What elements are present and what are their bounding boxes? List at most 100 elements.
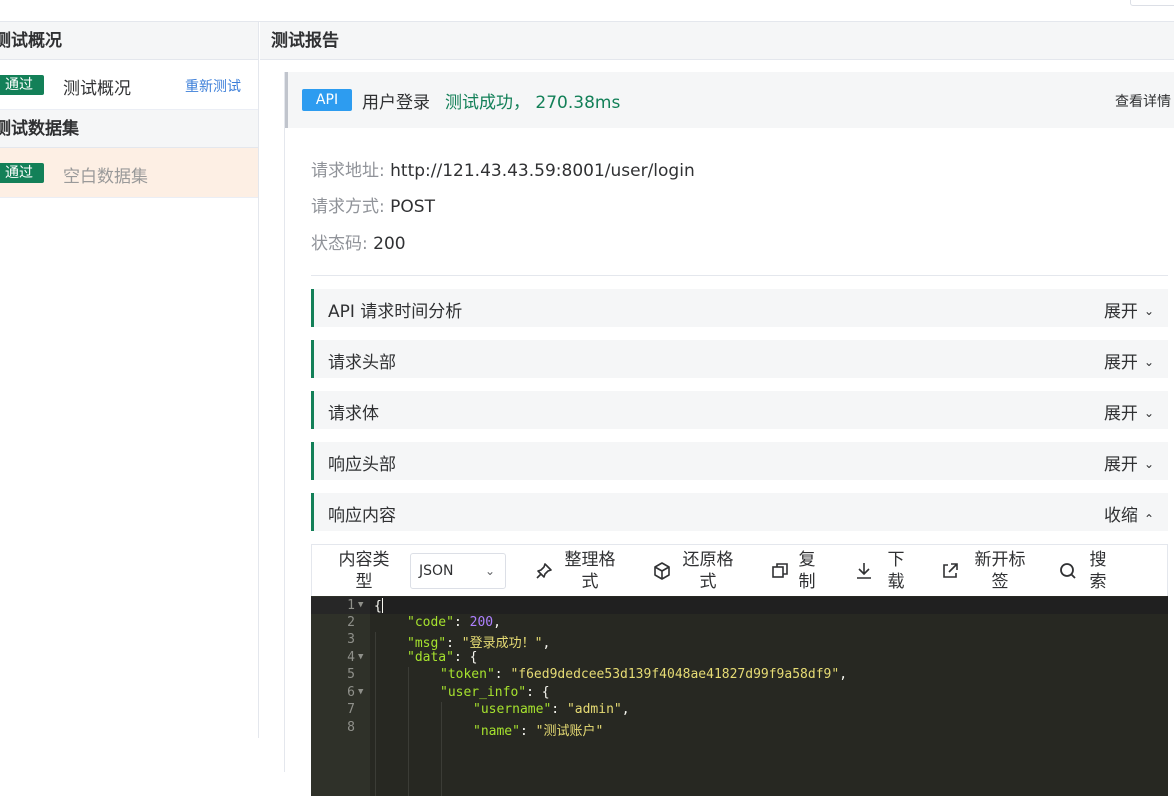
cube-icon — [654, 562, 670, 580]
section-timing[interactable]: API 请求时间分析 展开 ⌄ — [311, 289, 1168, 327]
section-title: 响应头部 — [328, 455, 396, 475]
status-code-value: 200 — [373, 234, 406, 254]
json-string: "f6ed9dedcee53d139f4048ae41827d99f9a58df… — [510, 667, 840, 682]
download-button-label: 下载 — [887, 550, 905, 592]
toggle-label: 收缩 — [1103, 506, 1138, 526]
line-number: 1 — [347, 598, 355, 613]
text-cursor — [381, 598, 383, 613]
code-line: "code": 200, — [407, 615, 501, 630]
sidebar-item-overview[interactable]: 通过 测试概况 重新测试 — [0, 60, 258, 110]
section-toggle[interactable]: 收缩 ⌃ — [1104, 501, 1154, 526]
json-key: "token" — [440, 667, 495, 682]
page-title: 测试报告 — [260, 22, 1174, 60]
active-line — [311, 597, 1168, 614]
section-response-content[interactable]: 响应内容 收缩 ⌃ — [311, 493, 1168, 531]
section-title: API 请求时间分析 — [328, 302, 463, 322]
chevron-down-icon: ⌄ — [1143, 457, 1154, 471]
pin-icon — [536, 563, 552, 579]
retest-link[interactable]: 重新测试 — [185, 76, 241, 96]
search-button-label: 搜索 — [1089, 550, 1107, 592]
view-details-link[interactable]: 查看详情 — [1115, 91, 1174, 111]
code-line: "token": "f6ed9dedcee53d139f4048ae41827d… — [440, 667, 848, 682]
api-result: 测试成功， 270.38ms — [445, 93, 621, 113]
section-response-headers[interactable]: 响应头部 展开 ⌄ — [311, 442, 1168, 480]
api-name: 用户登录 — [362, 93, 430, 113]
json-string: "登录成功！" — [461, 636, 543, 651]
section-title: 响应内容 — [328, 506, 396, 526]
sidebar-item-label: 测试概况 — [63, 79, 131, 99]
divider — [311, 275, 1168, 276]
search-icon — [1060, 563, 1076, 579]
pass-badge: 通过 — [0, 163, 44, 183]
fold-arrow-icon[interactable]: ▼ — [358, 652, 363, 662]
copy-button[interactable]: 复制 — [770, 547, 830, 595]
json-string: "admin" — [566, 702, 622, 717]
format-button[interactable]: 整理格式 — [534, 547, 624, 595]
pass-badge: 通过 — [0, 75, 44, 95]
request-method-value: POST — [390, 197, 435, 217]
section-toggle[interactable]: 展开 ⌄ — [1104, 297, 1154, 322]
sidebar: 测试概况 通过 测试概况 重新测试 测试数据集 通过 空白数据集 — [0, 22, 259, 738]
line-number: 6 — [347, 685, 355, 700]
fold-arrow-icon[interactable]: ▼ — [358, 600, 363, 610]
new-tab-button[interactable]: 新开标签 — [940, 547, 1036, 595]
download-button[interactable]: 下载 — [854, 547, 914, 595]
top-corner-button[interactable] — [1130, 0, 1174, 6]
copy-button-label: 复制 — [798, 550, 816, 592]
section-title: 请求体 — [328, 404, 379, 424]
sidebar-item-dataset[interactable]: 通过 空白数据集 — [0, 148, 258, 198]
content-type-select[interactable]: JSON ⌄ — [410, 553, 506, 589]
fold-arrow-icon[interactable]: ▼ — [358, 687, 363, 697]
indent-guide — [375, 632, 376, 796]
indent-guide — [441, 702, 442, 796]
toggle-label: 展开 — [1103, 404, 1138, 424]
line-number: 3 — [347, 632, 355, 647]
chevron-down-icon: ⌄ — [484, 564, 495, 578]
format-button-label: 整理格式 — [564, 550, 616, 592]
section-request-headers[interactable]: 请求头部 展开 ⌄ — [311, 340, 1168, 378]
request-url-row: 请求地址: http://121.43.43.59:8001/user/logi… — [311, 156, 695, 181]
toggle-label: 展开 — [1103, 455, 1138, 475]
code-line: { — [374, 598, 383, 614]
json-key: "code" — [407, 615, 454, 630]
code-line: "data": { — [407, 650, 478, 665]
code-line: "username": "admin", — [473, 702, 630, 717]
external-link-icon — [943, 563, 958, 578]
restore-button[interactable]: 还原格式 — [652, 547, 742, 595]
section-title: 请求头部 — [328, 353, 396, 373]
json-key: "user_info" — [440, 685, 527, 700]
section-toggle[interactable]: 展开 ⌄ — [1104, 399, 1154, 424]
chevron-down-icon: ⌄ — [1143, 355, 1154, 369]
search-button[interactable]: 搜索 — [1058, 547, 1128, 595]
request-url-label: 请求地址: — [311, 161, 385, 181]
line-number: 4 — [347, 650, 355, 665]
response-code-editor[interactable]: 1 ▼ 2 3 4 ▼ 5 6 ▼ 7 8 { "code": 200, "ms… — [311, 596, 1168, 796]
content-type-label: 内容类型 — [338, 550, 390, 592]
sidebar-dataset-header: 测试数据集 — [0, 110, 258, 148]
content-type-value: JSON — [419, 563, 454, 579]
section-toggle[interactable]: 展开 ⌄ — [1104, 450, 1154, 475]
request-method-label: 请求方式: — [311, 197, 385, 217]
section-toggle[interactable]: 展开 ⌄ — [1104, 348, 1154, 373]
line-number: 7 — [347, 702, 355, 717]
response-toolbar: 内容类型 JSON ⌄ 整理格式 还原格式 复制 下载 新开标签 搜索 — [311, 544, 1168, 596]
status-code-row: 状态码: 200 — [311, 229, 406, 254]
line-number: 8 — [347, 720, 355, 735]
code-token: { — [374, 599, 382, 614]
code-line: "msg": "登录成功！", — [407, 636, 551, 651]
api-summary-bar[interactable]: API 用户登录 测试成功， 270.38ms 查看详情 — [285, 72, 1174, 128]
new-tab-button-label: 新开标签 — [974, 550, 1026, 592]
download-icon — [857, 563, 871, 579]
code-line: "user_info": { — [440, 685, 550, 700]
json-key: "name" — [473, 724, 520, 739]
api-badge: API — [302, 89, 352, 111]
indent-guide — [408, 667, 409, 796]
json-key: "username" — [473, 702, 552, 717]
request-url-value: http://121.43.43.59:8001/user/login — [390, 161, 695, 181]
sidebar-item-label: 空白数据集 — [63, 167, 148, 187]
copy-icon — [772, 563, 788, 578]
main-panel: 测试报告 API 用户登录 测试成功， 270.38ms 查看详情 请求地址: … — [260, 22, 1174, 796]
sidebar-overview-header: 测试概况 — [0, 22, 258, 60]
chevron-down-icon: ⌄ — [1143, 406, 1154, 420]
section-request-body[interactable]: 请求体 展开 ⌄ — [311, 391, 1168, 429]
